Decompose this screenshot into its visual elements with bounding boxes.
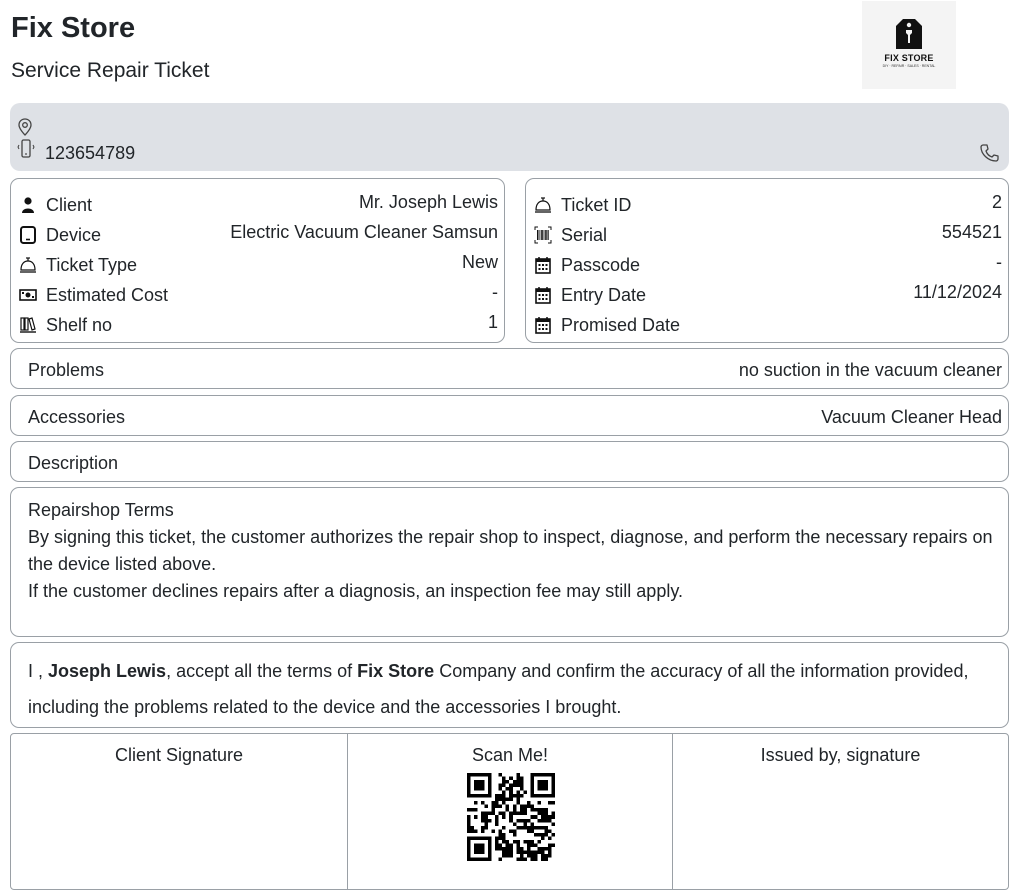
detail-value: 11/12/2024 [913, 282, 1002, 302]
tag-wrench-icon [896, 19, 922, 49]
signature-table: Client Signature Scan Me! Issued by, sig… [10, 733, 1009, 890]
qr-code[interactable] [467, 773, 555, 861]
shelf-icon [20, 317, 36, 333]
agreement-text: I , Joseph Lewis, accept all the terms o… [28, 653, 988, 725]
calendar-icon [535, 287, 551, 304]
problems-value: no suction in the vacuum cleaner [738, 360, 1002, 380]
accessories-value: Vacuum Cleaner Head [821, 407, 1002, 427]
barcode-icon [534, 226, 552, 244]
terms-body: By signing this ticket, the customer aut… [28, 524, 994, 605]
agreement-prefix: I , [28, 661, 49, 681]
agreement-client-name: Joseph Lewis [48, 661, 167, 681]
store-logo: FIX STORE DIY · REPAIR · SALES · RENTAL [862, 1, 956, 89]
client-signature-label: Client Signature [114, 745, 244, 765]
detail-label: Device [46, 225, 102, 245]
issuer-signature-label: Issued by, signature [760, 745, 921, 765]
detail-row-shelf: Shelf no 1 [17, 310, 498, 340]
detail-row-ticket-type: Ticket Type New [17, 250, 498, 280]
problems-label: Problems [28, 360, 105, 380]
detail-value: Mr. Joseph Lewis [358, 192, 498, 212]
detail-label: Client [46, 195, 93, 215]
detail-value: 1 [487, 312, 498, 332]
detail-row-passcode: Passcode - [532, 250, 1002, 280]
accessories-label: Accessories [28, 407, 126, 427]
detail-value: 554521 [941, 222, 1002, 242]
client-details-panel: Client Mr. Joseph Lewis Device Electric … [10, 178, 505, 343]
calendar-icon [535, 257, 551, 274]
detail-label: Serial [561, 225, 608, 245]
scan-cell: Scan Me! [348, 734, 673, 889]
detail-value: - [492, 282, 498, 302]
ticket-header: Fix Store Service Repair Ticket FIX STOR… [10, 1, 1008, 96]
detail-row-device: Device Electric Vacuum Cleaner Samsun [17, 220, 498, 250]
detail-row-promised-date: Promised Date [532, 310, 1002, 340]
agreement-middle: , accept all the terms of [166, 661, 358, 681]
ticket-details-panel: Ticket ID 2 Serial 554521 Passcode - Ent… [525, 178, 1009, 343]
mobile-phone-icon [17, 139, 35, 158]
customer-agreement: I , Joseph Lewis, accept all the terms o… [10, 642, 1009, 728]
detail-label: Ticket Type [46, 255, 138, 275]
detail-row-client: Client Mr. Joseph Lewis [17, 190, 498, 220]
detail-label: Shelf no [46, 315, 113, 335]
terms-title: Repairshop Terms [28, 500, 174, 520]
detail-value: New [461, 252, 498, 272]
detail-label: Ticket ID [561, 195, 632, 215]
detail-value: 2 [991, 192, 1002, 212]
calendar-icon [535, 317, 551, 334]
detail-row-ticket-id: Ticket ID 2 [532, 190, 1002, 220]
detail-label: Entry Date [561, 285, 647, 305]
store-name: Fix Store [11, 12, 136, 44]
service-bell-icon [535, 197, 551, 213]
description-row: Description [10, 441, 1009, 482]
contact-phone: 123654789 [45, 143, 136, 163]
terms-line: By signing this ticket, the customer aut… [28, 527, 993, 574]
logo-tagline: DIY · REPAIR · SALES · RENTAL [882, 64, 936, 68]
call-icon[interactable] [979, 143, 999, 163]
detail-label: Promised Date [561, 315, 681, 335]
person-icon [22, 197, 34, 213]
detail-row-serial: Serial 554521 [532, 220, 1002, 250]
problems-row: Problems no suction in the vacuum cleane… [10, 348, 1009, 389]
location-icon [18, 118, 32, 136]
client-signature-cell[interactable]: Client Signature [11, 734, 348, 889]
logo-text: FIX STORE [884, 53, 934, 63]
detail-value: Electric Vacuum Cleaner Samsun [230, 222, 498, 242]
description-label: Description [28, 453, 119, 473]
ticket-title: Service Repair Ticket [11, 59, 210, 82]
detail-label: Estimated Cost [46, 285, 169, 305]
tablet-icon [20, 226, 36, 244]
issuer-signature-cell[interactable]: Issued by, signature [673, 734, 1008, 889]
repairshop-terms: Repairshop Terms By signing this ticket,… [10, 487, 1009, 637]
detail-value: - [996, 252, 1002, 272]
accessories-row: Accessories Vacuum Cleaner Head [10, 395, 1009, 436]
scan-label: Scan Me! [471, 745, 549, 765]
detail-row-entry-date: Entry Date 11/12/2024 [532, 280, 1002, 310]
agreement-company: Fix Store [357, 661, 435, 681]
detail-row-estimated-cost: Estimated Cost - [17, 280, 498, 310]
service-bell-icon [20, 257, 36, 273]
terms-line: If the customer declines repairs after a… [28, 581, 683, 601]
detail-label: Passcode [561, 255, 641, 275]
cash-icon [19, 289, 37, 301]
contact-bar: 123654789 [10, 103, 1009, 171]
